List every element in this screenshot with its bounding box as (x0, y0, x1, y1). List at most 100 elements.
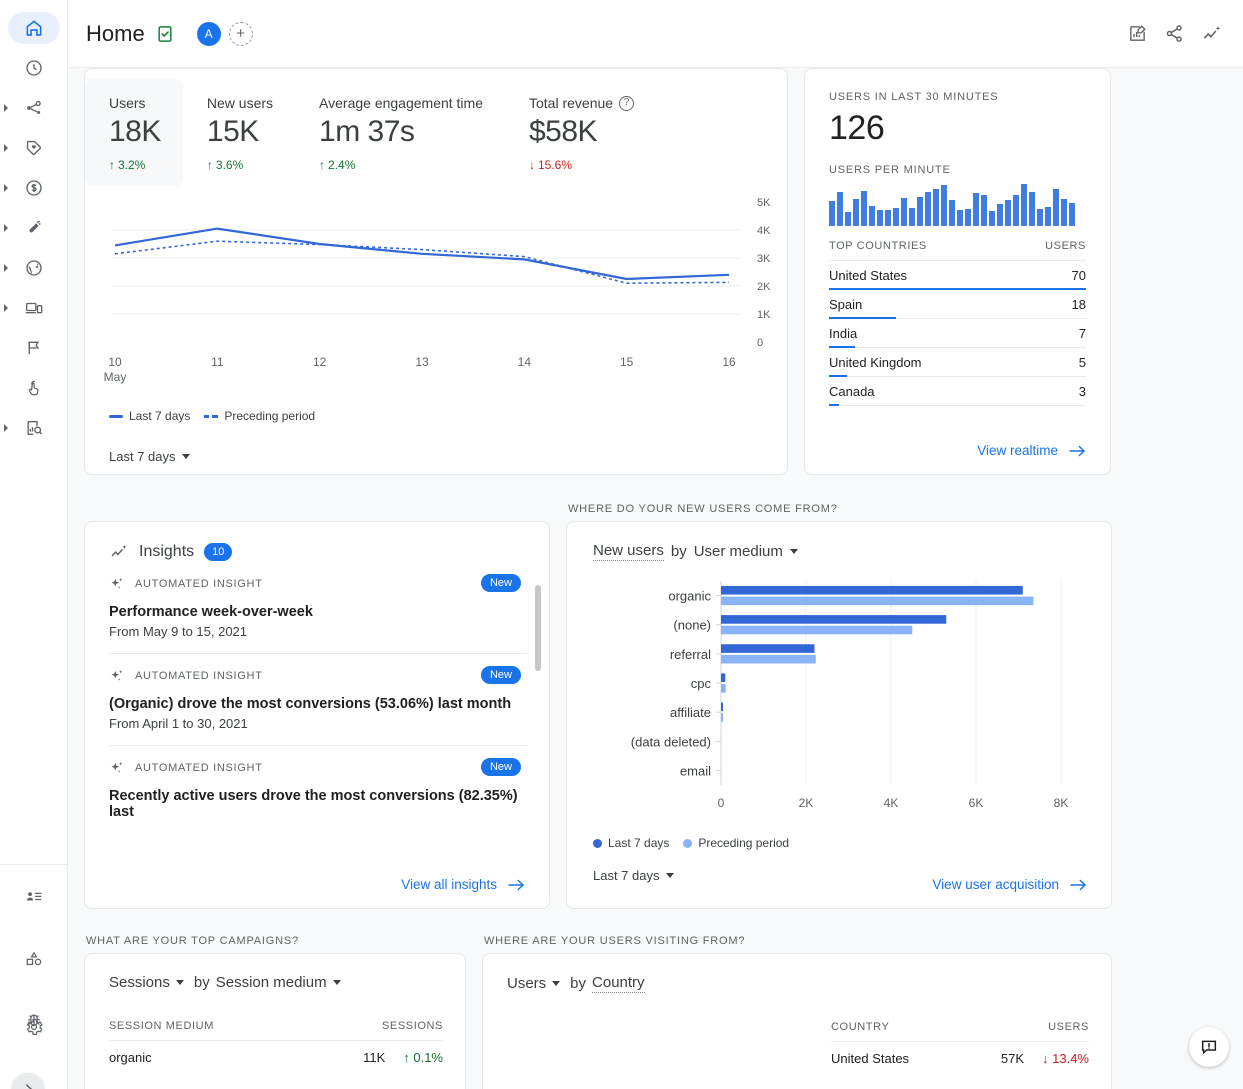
legend-item[interactable]: Last 7 days (109, 409, 190, 423)
users-per-minute-bar (1029, 191, 1035, 226)
insights-column: Insights 10 AUTOMATED INSIGHT New Performa… (84, 497, 550, 909)
users-country-metric-label[interactable]: Users (507, 975, 546, 992)
legend-swatch (109, 414, 123, 418)
sidebar-item-monetization[interactable] (0, 168, 67, 208)
sidebar-item-retention[interactable] (0, 208, 67, 248)
sheets-check-glyph (158, 25, 172, 42)
x-axis-tick: 11 (211, 355, 224, 369)
insights-count-badge: 10 (204, 543, 233, 561)
users-country-dimension-label[interactable]: Country (592, 974, 645, 993)
view-realtime-link[interactable]: View realtime (977, 443, 1086, 458)
sidebar-item-engagement[interactable] (0, 128, 67, 168)
chevron-down-icon[interactable] (332, 980, 341, 985)
metric-label-text: New users (206, 95, 274, 111)
metric-label: New users (207, 95, 273, 111)
new-users-section-header: WHERE DO YOUR NEW USERS COME FROM? (566, 497, 1112, 521)
feedback-button[interactable] (1189, 1027, 1229, 1067)
users-per-minute-bar (933, 188, 939, 226)
top-campaigns-metric-label[interactable]: Sessions (109, 974, 170, 991)
country-row[interactable]: United States 70 (829, 261, 1086, 290)
overview-date-range-selector[interactable]: Last 7 days (109, 449, 190, 464)
top-campaigns-dimension-label[interactable]: Session medium (216, 974, 327, 991)
new-users-selector[interactable]: New users by User medium (593, 542, 1087, 561)
devices-icon (25, 302, 42, 314)
insight-item[interactable]: AUTOMATED INSIGHT New Performance week-ove… (109, 562, 527, 654)
customize-report-icon[interactable] (1127, 23, 1148, 44)
metric-tab-users[interactable]: Users 18K ↑ 3.2% (85, 79, 183, 186)
table-row[interactable]: organic 11K ↑ 0.1% (109, 1041, 443, 1065)
top-campaigns-section-title: WHAT ARE YOUR TOP CAMPAIGNS? (86, 935, 299, 947)
sidebar-item-acquisition[interactable] (0, 88, 67, 128)
legend-label: Preceding period (224, 409, 316, 423)
new-users-metric-label[interactable]: New users (593, 542, 664, 561)
chevron-down-icon[interactable] (175, 980, 184, 985)
help-icon[interactable]: ? (619, 95, 635, 111)
country-row[interactable]: India 7 (829, 319, 1086, 348)
sidebar-item-audiences[interactable] (0, 877, 67, 917)
expand-caret-icon (4, 184, 8, 192)
legend-dot (593, 838, 602, 848)
top-campaigns-selector[interactable]: Sessions by Session medium (109, 974, 341, 991)
metric-delta: ↑ 2.4% (319, 158, 356, 172)
bar-x-axis-tick: 8K (1054, 796, 1069, 810)
chevron-down-icon[interactable] (789, 549, 798, 554)
sidebar-item-events[interactable] (0, 328, 67, 368)
x-axis-tick: 16 (722, 355, 736, 369)
legend-item[interactable]: Last 7 days (593, 836, 669, 850)
table-row-values: 11K ↑ 0.1% (363, 1050, 443, 1065)
insights-scrollbar[interactable] (535, 585, 541, 671)
insights-list: AUTOMATED INSIGHT New Performance week-ove… (109, 562, 527, 834)
new-users-dimension-label[interactable]: User medium (694, 543, 783, 560)
card-top-campaigns: Sessions by Session medium SESSION MEDIU… (84, 953, 466, 1089)
insight-kicker-label: AUTOMATED INSIGHT (135, 762, 263, 774)
y-axis-tick: 0 (757, 337, 763, 349)
metric-value: $58K (529, 115, 598, 148)
new-users-date-range-selector[interactable]: Last 7 days (593, 868, 674, 883)
users-per-minute-bar (949, 199, 955, 226)
expand-chevron-icon (25, 1084, 33, 1089)
sidebar-item-home[interactable] (0, 8, 67, 48)
metric-tab-new-users[interactable]: New users 15K ↑ 3.6% (183, 79, 295, 186)
top-campaigns-table-header: SESSION MEDIUM SESSIONS (109, 1020, 443, 1041)
share-icon[interactable] (1164, 23, 1185, 44)
sparkle-icon (111, 670, 123, 681)
legend-item[interactable]: Preceding period (683, 836, 789, 850)
legend-label: Last 7 days (129, 409, 191, 423)
sidebar-item-library[interactable] (0, 939, 67, 979)
insights-icon[interactable] (1201, 23, 1223, 45)
users-country-selector[interactable]: Users by Country (507, 974, 645, 993)
chevron-down-icon[interactable] (552, 981, 561, 986)
metric-tab-average-engagement-time[interactable]: Average engagement time 1m 37s ↑ 2.4% (295, 79, 505, 186)
card-realtime: USERS IN LAST 30 MINUTES 126 USERS PER M… (804, 68, 1111, 475)
expand-sidebar-button[interactable] (12, 1073, 44, 1089)
bar-x-axis-tick: 6K (969, 796, 984, 810)
metric-tab-total-revenue[interactable]: Total revenue? $58K ↓ 15.6% (505, 79, 656, 186)
sheets-check-icon[interactable] (155, 24, 175, 44)
arrow-right-icon (508, 879, 525, 890)
insight-subtitle: From April 1 to 30, 2021 (109, 716, 248, 731)
avatar[interactable]: A (196, 21, 221, 46)
bar-affiliate-preceding-period (721, 713, 723, 722)
country-row[interactable]: United Kingdom 5 (829, 348, 1086, 377)
insight-item[interactable]: AUTOMATED INSIGHT New Recently active user… (109, 746, 527, 834)
legend-item[interactable]: Preceding period (204, 409, 315, 423)
insight-item[interactable]: AUTOMATED INSIGHT New (Organic) drove the … (109, 654, 527, 746)
dashboard-scroll-area[interactable]: Users 18K ↑ 3.2% New users 15K ↑ 3.6% Average en… (68, 68, 1243, 1089)
sidebar-item-realtime[interactable] (0, 48, 67, 88)
metric-delta-value: 2.4% (328, 158, 356, 172)
users-per-minute-bar (853, 198, 859, 226)
country-name: Canada (829, 383, 875, 399)
view-all-insights-link[interactable]: View all insights (401, 877, 525, 892)
sidebar-item-tech[interactable] (0, 288, 67, 328)
table-row[interactable]: United States 57K ↓ 13.4% (831, 1042, 1089, 1066)
add-collaborator-icon[interactable]: + (228, 21, 253, 46)
country-row[interactable]: Canada 3 (829, 377, 1086, 406)
metric-delta-value: 3.2% (118, 158, 146, 172)
sidebar-item-explore[interactable] (0, 408, 67, 448)
view-user-acquisition-link[interactable]: View user acquisition (932, 877, 1087, 892)
sidebar-item-demographics[interactable] (0, 248, 67, 288)
card-overview: Users 18K ↑ 3.2% New users 15K ↑ 3.6% Average en… (84, 68, 788, 475)
users-per-minute-bar (925, 191, 931, 226)
country-row[interactable]: Spain 18 (829, 290, 1086, 319)
sidebar-item-conversions[interactable] (0, 368, 67, 408)
